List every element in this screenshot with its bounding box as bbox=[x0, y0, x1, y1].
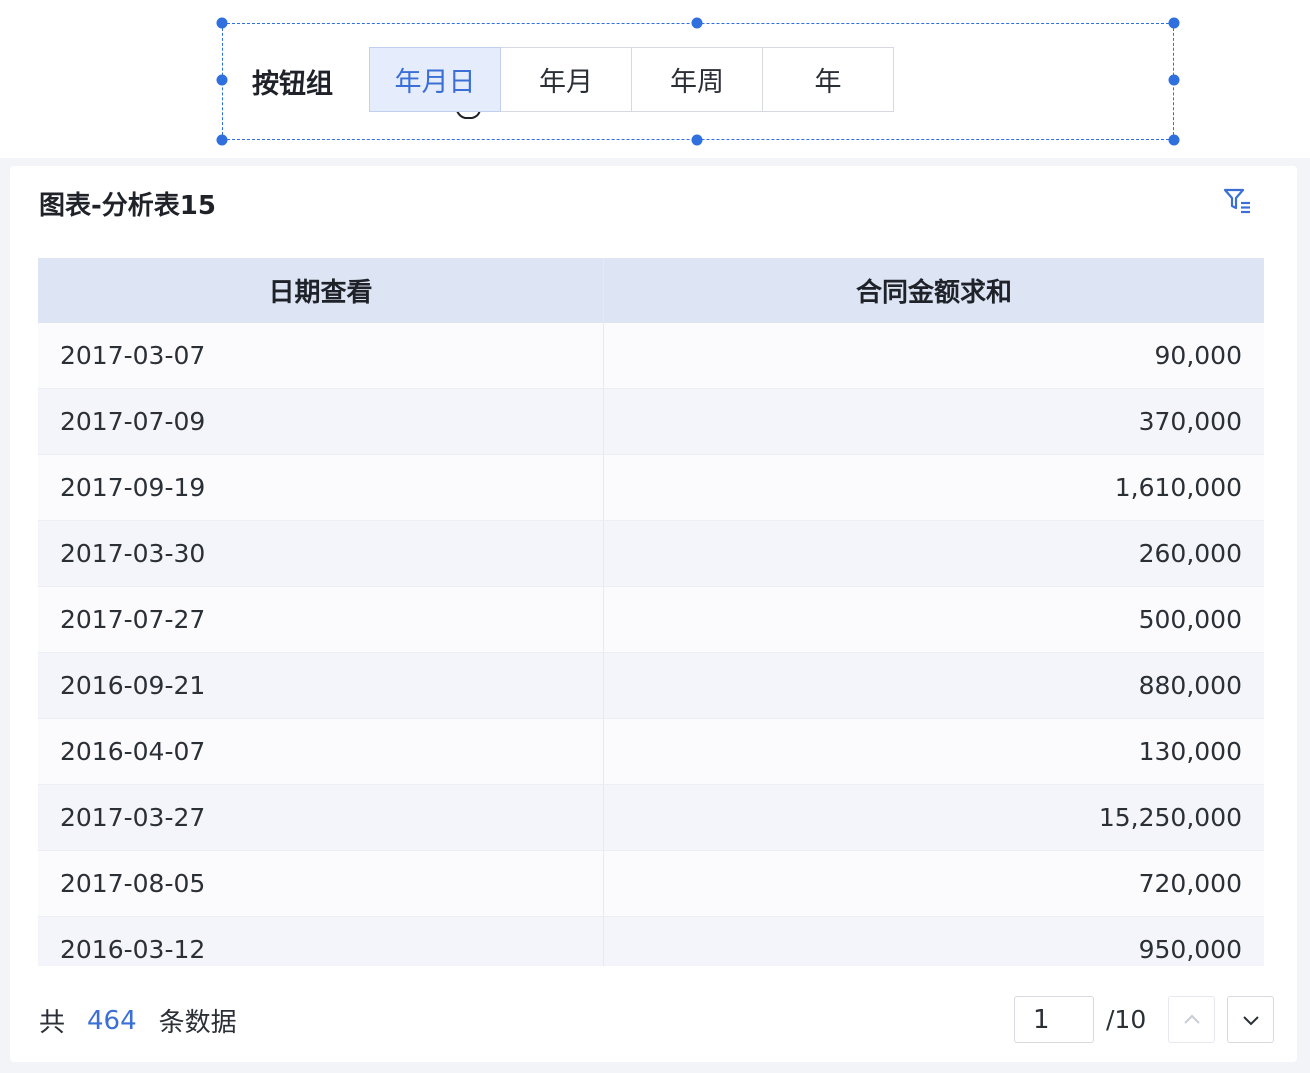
cell-amount: 130,000 bbox=[1138, 737, 1242, 766]
cell-amount: 500,000 bbox=[1138, 605, 1242, 634]
chevron-down-icon bbox=[1243, 1015, 1259, 1025]
cell-date: 2016-09-21 bbox=[38, 653, 604, 718]
table-row[interactable]: 2017-03-07 90,000 bbox=[38, 323, 1264, 389]
button-group-widget: 按钮组 年月日 年月 年周 年 bbox=[0, 0, 1310, 158]
analysis-table-card: 图表-分析表15 日期查看 合同金额求和 2017-03-07 90,000 2… bbox=[10, 166, 1297, 1062]
cell-amount: 950,000 bbox=[1138, 935, 1242, 964]
cell-date: 2017-07-27 bbox=[38, 587, 604, 652]
button-year-week[interactable]: 年周 bbox=[631, 47, 763, 112]
cell-date: 2016-04-07 bbox=[38, 719, 604, 784]
cell-amount: 720,000 bbox=[1138, 869, 1242, 898]
table-row[interactable]: 2017-07-09 370,000 bbox=[38, 389, 1264, 455]
page-number-input[interactable] bbox=[1014, 996, 1094, 1043]
pagination: /10 bbox=[1014, 996, 1275, 1043]
resize-handle-top-right[interactable] bbox=[1168, 17, 1180, 29]
cell-date: 2017-07-09 bbox=[38, 389, 604, 454]
record-count-prefix: 共 bbox=[39, 1008, 66, 1038]
previous-page-button[interactable] bbox=[1168, 996, 1216, 1043]
table-row[interactable]: 2017-07-27 500,000 bbox=[38, 587, 1264, 653]
table-row[interactable]: 2017-03-27 15,250,000 bbox=[38, 785, 1264, 851]
filter-icon[interactable] bbox=[1222, 186, 1252, 216]
table-row[interactable]: 2017-09-19 1,610,000 bbox=[38, 455, 1264, 521]
table-row[interactable]: 2016-04-07 130,000 bbox=[38, 719, 1264, 785]
cell-amount: 880,000 bbox=[1138, 671, 1242, 700]
column-header-amount[interactable]: 合同金额求和 bbox=[604, 258, 1264, 323]
cell-amount: 15,250,000 bbox=[1098, 803, 1242, 832]
resize-handle-bottom-left[interactable] bbox=[216, 134, 228, 146]
resize-handle-top-left[interactable] bbox=[216, 17, 228, 29]
cell-date: 2017-03-07 bbox=[38, 323, 604, 388]
table-row[interactable]: 2016-03-12 950,000 bbox=[38, 917, 1264, 966]
card-title: 图表-分析表15 bbox=[39, 191, 216, 221]
resize-handle-left[interactable] bbox=[216, 74, 228, 86]
cell-date: 2017-03-27 bbox=[38, 785, 604, 850]
button-year-month-day[interactable]: 年月日 bbox=[369, 47, 501, 112]
record-count-suffix: 条数据 bbox=[158, 1008, 237, 1038]
resize-handle-bottom[interactable] bbox=[691, 134, 703, 146]
table-row[interactable]: 2017-08-05 720,000 bbox=[38, 851, 1264, 917]
button-year-month[interactable]: 年月 bbox=[500, 47, 632, 112]
data-table: 日期查看 合同金额求和 2017-03-07 90,000 2017-07-09… bbox=[38, 258, 1264, 966]
cell-date: 2017-03-30 bbox=[38, 521, 604, 586]
resize-handle-bottom-right[interactable] bbox=[1168, 134, 1180, 146]
cell-date: 2017-09-19 bbox=[38, 455, 604, 520]
resize-handle-top[interactable] bbox=[691, 17, 703, 29]
table-header: 日期查看 合同金额求和 bbox=[38, 258, 1264, 323]
cell-amount: 90,000 bbox=[1154, 341, 1242, 370]
record-count-number: 464 bbox=[87, 1005, 137, 1036]
page-total: /10 bbox=[1106, 1005, 1147, 1034]
button-group-label: 按钮组 bbox=[252, 69, 333, 100]
next-page-button[interactable] bbox=[1227, 996, 1275, 1043]
record-count: 共 464 条数据 bbox=[39, 1002, 237, 1039]
resize-handle-right[interactable] bbox=[1168, 74, 1180, 86]
table-body: 2017-03-07 90,000 2017-07-09 370,000 201… bbox=[38, 323, 1264, 966]
column-header-date[interactable]: 日期查看 bbox=[38, 258, 604, 323]
chevron-up-icon bbox=[1184, 1014, 1200, 1024]
table-row[interactable]: 2017-03-30 260,000 bbox=[38, 521, 1264, 587]
cell-amount: 1,610,000 bbox=[1114, 473, 1242, 502]
cell-amount: 370,000 bbox=[1138, 407, 1242, 436]
date-granularity-buttons: 年月日 年月 年周 年 bbox=[369, 47, 894, 112]
button-year[interactable]: 年 bbox=[762, 47, 894, 112]
cell-date: 2016-03-12 bbox=[38, 917, 604, 966]
table-row[interactable]: 2016-09-21 880,000 bbox=[38, 653, 1264, 719]
cell-amount: 260,000 bbox=[1138, 539, 1242, 568]
cell-date: 2017-08-05 bbox=[38, 851, 604, 916]
